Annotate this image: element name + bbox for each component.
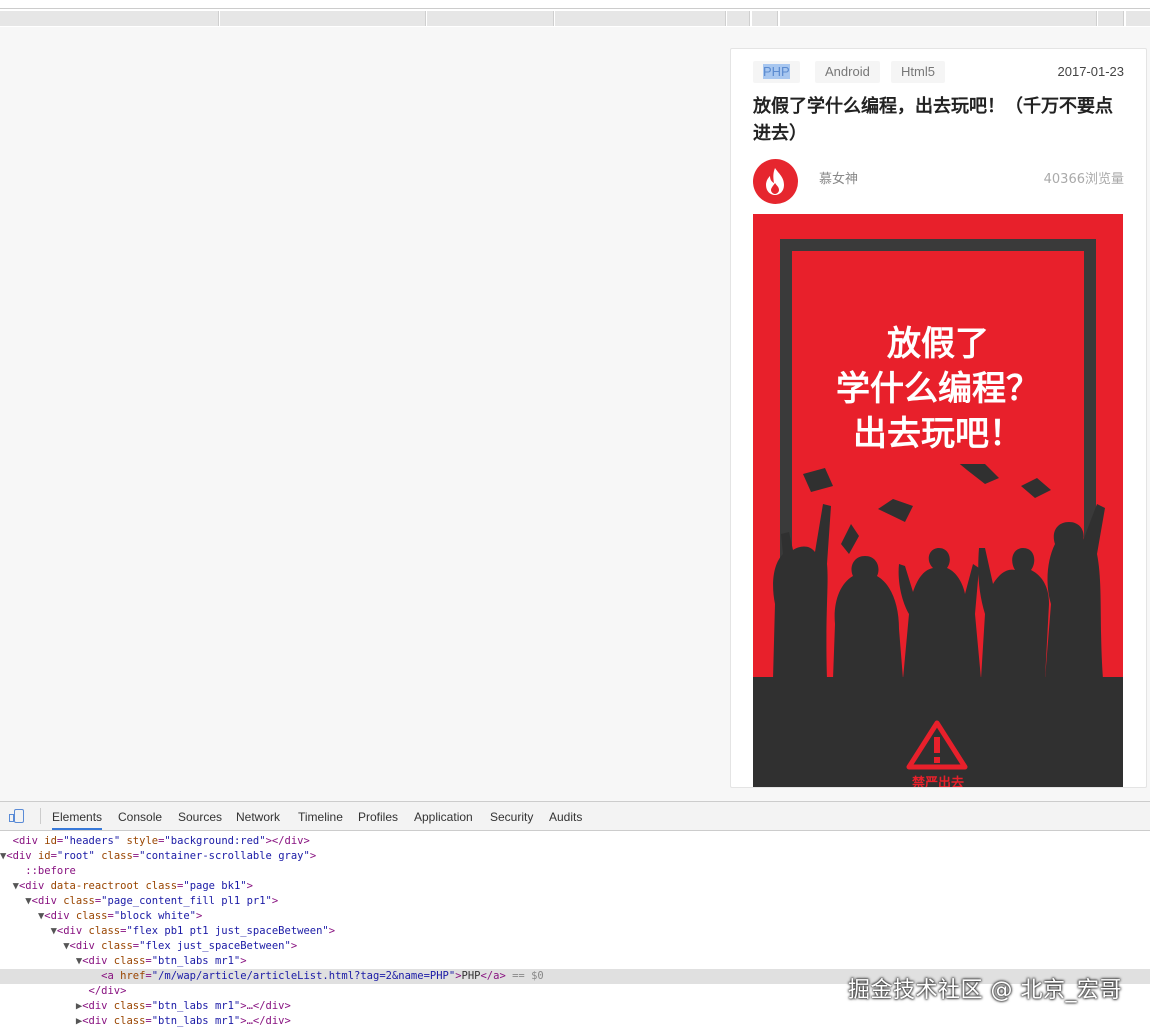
article-card[interactable]: PHP Android Html5 2017-01-23 放假了学什么编程，出去…: [730, 48, 1147, 788]
dom-node-line[interactable]: ▼<div class="btn_labs mr1">: [0, 954, 1150, 969]
toolbar-segment: [427, 11, 554, 26]
tag-html5[interactable]: Html5: [891, 61, 945, 83]
view-count: 40366浏览量: [1043, 172, 1124, 187]
article-title[interactable]: 放假了学什么编程，出去玩吧！（千万不要点进去）: [753, 93, 1123, 147]
toolbar-segment: [555, 11, 726, 26]
dom-node-line[interactable]: ▼<div data-reactroot class="page bk1">: [0, 879, 1150, 894]
tab-separator: [40, 808, 41, 824]
tab-security[interactable]: Security: [490, 802, 533, 830]
toolbar-segment: [727, 11, 750, 26]
toolbar-segment: [1126, 11, 1150, 26]
tab-audits[interactable]: Audits: [549, 802, 582, 830]
poster-line-1: 放假了: [887, 324, 989, 364]
toolbar-segment: [220, 11, 426, 26]
tab-network[interactable]: Network: [236, 802, 280, 830]
tab-timeline[interactable]: Timeline: [298, 802, 343, 830]
toolbar-segment: [0, 11, 219, 26]
author-avatar[interactable]: [753, 159, 798, 204]
tag-android[interactable]: Android: [815, 61, 880, 83]
toolbar-divider: [0, 8, 1150, 9]
flame-icon: [766, 168, 784, 195]
tag-php[interactable]: PHP: [753, 61, 800, 83]
warning-icon: [906, 720, 968, 770]
dom-node-line[interactable]: ▼<div class="flex pb1 pt1 just_spaceBetw…: [0, 924, 1150, 939]
crowd-silhouette: [773, 464, 1105, 679]
article-cover-image[interactable]: 放假了 学什么编程？ 出去玩吧！ 禁严出去: [753, 214, 1123, 788]
watermark: 掘金技术社区 @ 北京_宏哥: [848, 978, 1122, 1003]
article-date: 2017-01-23: [1057, 64, 1125, 79]
dom-node-line[interactable]: ▼<div class="flex just_spaceBetween">: [0, 939, 1150, 954]
dom-node-line[interactable]: ▶<div class="btn_labs mr1">…</div>: [0, 1014, 1150, 1029]
toolbar-segment: [752, 11, 778, 26]
poster-warning-text: 禁严出去: [911, 776, 964, 788]
dom-node-line[interactable]: ▼<div class="page_content_fill pl1 pr1">: [0, 894, 1150, 909]
dom-node-line[interactable]: ▼<div id="root" class="container-scrolla…: [0, 849, 1150, 864]
tab-application[interactable]: Application: [414, 802, 473, 830]
tab-elements[interactable]: Elements: [52, 802, 103, 830]
toolbar-segment: [780, 11, 1097, 26]
author-name[interactable]: 慕女神: [819, 168, 858, 187]
dom-node-line[interactable]: <div id="headers" style="background:red"…: [0, 834, 1150, 849]
devtools-panel: Elements Console Sources Network Timelin…: [0, 801, 1150, 1032]
device-toggle-icon[interactable]: [9, 809, 24, 823]
dom-node-line[interactable]: ▼<div class="block white">: [0, 909, 1150, 924]
tab-console[interactable]: Console: [118, 802, 162, 830]
browser-toolbar-strip: [0, 0, 1150, 27]
poster-line-2: 学什么编程？: [836, 369, 1040, 409]
dom-node-line[interactable]: ::before: [0, 864, 1150, 879]
tag-row: PHP Android Html5 2017-01-23: [753, 61, 1124, 83]
poster-headline: 放假了 学什么编程？ 出去玩吧！: [753, 322, 1123, 457]
toolbar-segment: [1098, 11, 1124, 26]
devtools-tab-bar: Elements Console Sources Network Timelin…: [0, 802, 1150, 831]
tab-sources[interactable]: Sources: [178, 802, 222, 830]
tab-profiles[interactable]: Profiles: [358, 802, 398, 830]
poster-line-3: 出去玩吧！: [853, 414, 1023, 454]
